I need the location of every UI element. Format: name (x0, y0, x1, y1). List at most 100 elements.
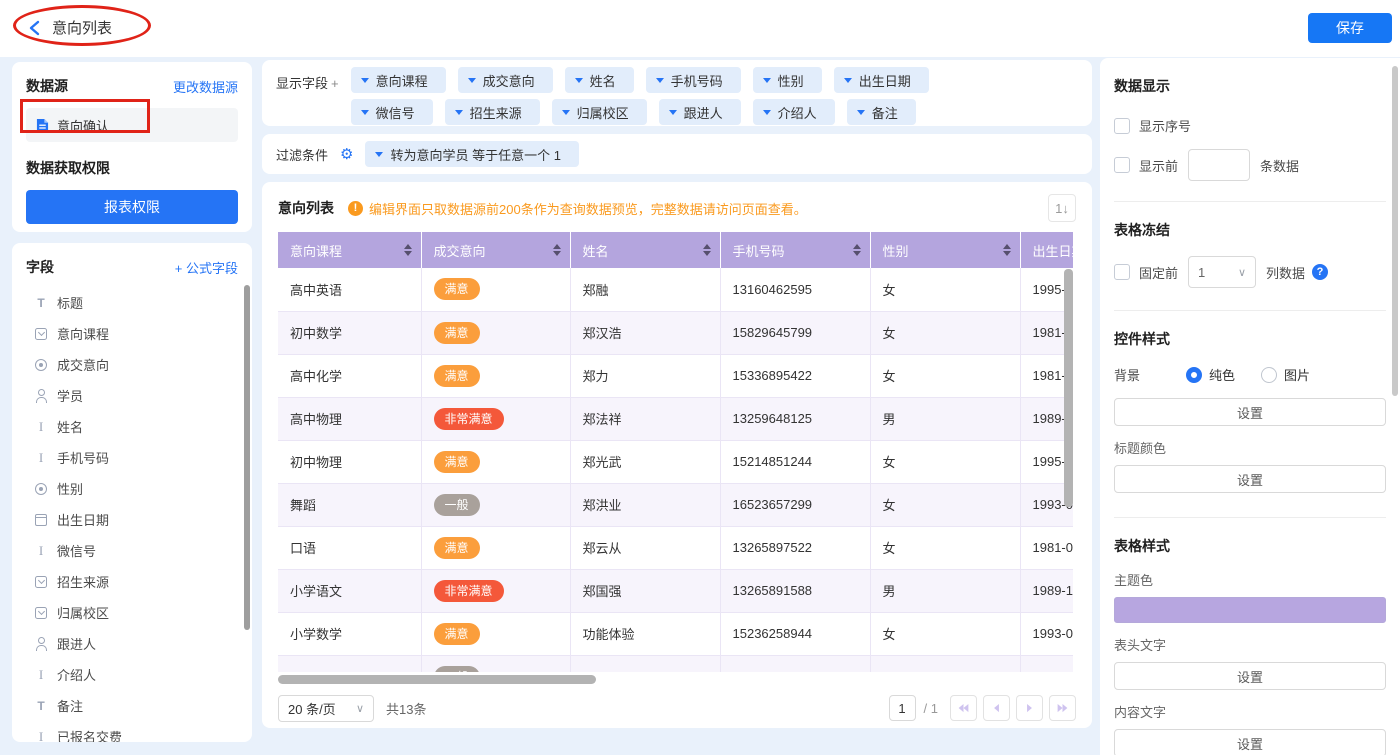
add-formula-field-link[interactable]: + 公式字段 (175, 258, 238, 277)
column-header[interactable]: 手机号码 (720, 232, 870, 268)
field-item[interactable]: 意向课程 (26, 318, 238, 349)
field-item[interactable]: 性别 (26, 473, 238, 504)
field-chip[interactable]: 微信号 (351, 99, 433, 125)
status-badge: 非常满意 (434, 408, 504, 430)
field-item[interactable]: 备注 (26, 690, 238, 721)
show-top-checkbox[interactable] (1114, 157, 1130, 173)
sorter-icon[interactable] (1003, 244, 1011, 256)
freeze-checkbox[interactable] (1114, 264, 1130, 280)
sorter-icon[interactable] (703, 244, 711, 256)
field-chip[interactable]: 姓名 (565, 67, 634, 93)
text-icon (34, 419, 48, 435)
show-top-input[interactable] (1188, 149, 1250, 181)
sorter-icon[interactable] (853, 244, 861, 256)
chevron-down-icon: ∨ (356, 702, 364, 715)
text-icon (34, 543, 48, 559)
field-item[interactable]: 成交意向 (26, 349, 238, 380)
question-icon[interactable]: ? (1312, 264, 1328, 280)
table-row: 高中物理 非常满意 郑法祥 13259648125 男 1989-11 (278, 397, 1073, 440)
title-color-set-button[interactable]: 设置 (1114, 465, 1386, 493)
content-text-set-button[interactable]: 设置 (1114, 729, 1386, 755)
settings-scrollbar[interactable] (1392, 66, 1398, 396)
column-header[interactable]: 出生日期 (1020, 232, 1073, 268)
column-header[interactable]: 姓名 (570, 232, 720, 268)
field-chip[interactable]: 归属校区 (552, 99, 647, 125)
field-item[interactable]: 归属校区 (26, 597, 238, 628)
last-page-button[interactable] (1049, 695, 1076, 721)
column-header[interactable]: 成交意向 (421, 232, 570, 268)
pagination: 20 条/页 ∨ 共13条 1 / 1 (278, 694, 1076, 722)
chevron-down-icon (857, 110, 865, 115)
fields-scrollbar[interactable] (244, 285, 250, 630)
show-index-checkbox[interactable] (1114, 118, 1130, 134)
chevron-down-icon (844, 78, 852, 83)
field-chip[interactable]: 出生日期 (834, 67, 929, 93)
field-chip[interactable]: 性别 (753, 67, 822, 93)
field-item[interactable]: 标题 (26, 287, 238, 318)
table-freeze-title: 表格冻结 (1114, 220, 1386, 240)
pagination-first-icon (957, 702, 970, 714)
chevron-down-icon (468, 78, 476, 83)
fields-title: 字段 (26, 257, 54, 277)
field-chip[interactable]: 介绍人 (753, 99, 835, 125)
field-item[interactable]: 手机号码 (26, 442, 238, 473)
field-item[interactable]: 学员 (26, 380, 238, 411)
field-item[interactable]: 出生日期 (26, 504, 238, 535)
back-icon[interactable] (28, 20, 42, 36)
chevron-down-icon (375, 152, 383, 157)
datasource-panel: 数据源 更改数据源 意向确认 数据获取权限 报表权限 (12, 62, 252, 232)
field-item[interactable]: 招生来源 (26, 566, 238, 597)
save-button[interactable]: 保存 (1308, 13, 1392, 43)
next-page-button[interactable] (1016, 695, 1043, 721)
field-chip[interactable]: 成交意向 (458, 67, 553, 93)
field-chip[interactable]: 备注 (847, 99, 916, 125)
table-horizontal-scrollbar[interactable] (278, 675, 596, 684)
field-chip[interactable]: 意向课程 (351, 67, 446, 93)
add-field-button[interactable]: + (331, 76, 339, 91)
divider (1114, 310, 1386, 311)
table-wrapper: 意向课程 成交意向 姓名 手机号码 性别 出生日期 高中英语 满意 郑融 131… (278, 232, 1073, 672)
field-item[interactable]: 介绍人 (26, 659, 238, 690)
field-chip[interactable]: 手机号码 (646, 67, 741, 93)
radio-icon (35, 483, 47, 495)
column-header[interactable]: 性别 (870, 232, 1020, 268)
table-vertical-scrollbar[interactable] (1064, 269, 1073, 507)
field-item[interactable]: 已报名交费 (26, 721, 238, 742)
person-icon (35, 389, 48, 402)
table-row: 口语 满意 郑云从 13265897522 女 1981-06 (278, 526, 1073, 569)
fields-panel: 字段 + 公式字段 标题 意向课程 成交意向 学员 姓名 手机号码 性别 出生日… (12, 243, 252, 742)
topbar: 意向列表 保存 (0, 0, 1400, 57)
datasource-item-label: 意向确认 (57, 116, 109, 135)
field-chip[interactable]: 跟进人 (659, 99, 741, 125)
change-datasource-link[interactable]: 更改数据源 (173, 77, 238, 96)
header-text-set-button[interactable]: 设置 (1114, 662, 1386, 690)
page-number-input[interactable]: 1 (889, 695, 916, 721)
sorter-icon[interactable] (404, 244, 412, 256)
page-size-select[interactable]: 20 条/页 ∨ (278, 695, 374, 722)
field-chip[interactable]: 招生来源 (445, 99, 540, 125)
first-page-button[interactable] (950, 695, 977, 721)
gear-icon[interactable]: ⚙ (340, 147, 353, 162)
filter-label: 过滤条件 (276, 145, 328, 164)
sort-order-icon[interactable]: 1↓ (1048, 194, 1076, 222)
report-permission-button[interactable]: 报表权限 (26, 190, 238, 224)
prev-page-button[interactable] (983, 695, 1010, 721)
text-icon (34, 450, 48, 466)
sorter-icon[interactable] (553, 244, 561, 256)
background-set-button[interactable]: 设置 (1114, 398, 1386, 426)
theme-color-swatch[interactable] (1114, 597, 1386, 623)
field-item[interactable]: 姓名 (26, 411, 238, 442)
status-badge: 一般 (434, 494, 480, 516)
field-item[interactable]: 跟进人 (26, 628, 238, 659)
image-radio[interactable] (1261, 367, 1277, 383)
datasource-item[interactable]: 意向确认 (26, 108, 238, 142)
field-item[interactable]: 微信号 (26, 535, 238, 566)
solid-color-radio[interactable] (1186, 367, 1202, 383)
table-row: 高中英语 满意 郑融 13160462595 女 1995-01 (278, 268, 1073, 311)
freeze-count-select[interactable]: 1 ∨ (1188, 256, 1256, 288)
display-fields-panel: 显示字段+ 意向课程 成交意向 姓名 手机号码 性别 出生日期 微信号 招生来源… (262, 60, 1092, 126)
filter-chip[interactable]: 转为意向学员 等于任意一个 1 (365, 141, 578, 167)
theme-color-label: 主题色 (1114, 570, 1386, 589)
column-header[interactable]: 意向课程 (278, 232, 421, 268)
pagination-last-icon (1056, 702, 1069, 714)
